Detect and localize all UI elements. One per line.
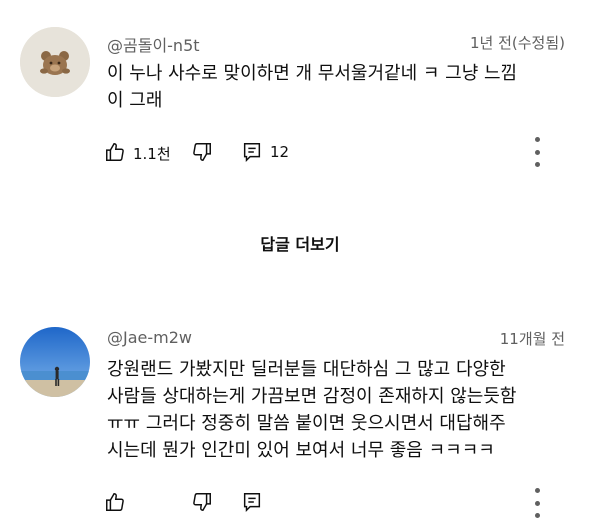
thumbs-down-icon xyxy=(193,143,211,161)
comment-username[interactable]: @Jae-m2w xyxy=(107,328,192,347)
comment-timestamp: 11개월 전 xyxy=(499,330,565,348)
reply-count: 12 xyxy=(270,143,290,161)
more-replies-button[interactable]: 답글 더보기 xyxy=(0,231,600,255)
reply-button[interactable] xyxy=(240,140,264,164)
comment-icon xyxy=(243,143,261,163)
reply-button[interactable] xyxy=(240,490,264,514)
thumbs-up-icon xyxy=(106,143,124,161)
like-button[interactable] xyxy=(103,490,127,514)
more-vert-icon xyxy=(534,137,540,142)
more-vert-icon xyxy=(534,488,540,493)
comment-username[interactable]: @곰돌이-n5t xyxy=(107,32,200,56)
comment-icon xyxy=(243,493,261,513)
thumbs-up-icon xyxy=(106,493,124,511)
beach-avatar-icon xyxy=(20,327,90,397)
comment-menu-button[interactable] xyxy=(527,488,547,518)
comment-text: 강원랜드 가봤지만 딜러분들 대단하심 그 많고 다양한 사람들 상대하는게 가… xyxy=(107,359,517,461)
dislike-button[interactable] xyxy=(190,140,214,164)
avatar-2[interactable] xyxy=(20,327,90,397)
like-button[interactable] xyxy=(103,140,127,164)
thumbs-down-icon xyxy=(193,493,211,511)
bear-avatar-icon xyxy=(20,27,90,97)
dislike-button[interactable] xyxy=(190,490,214,514)
comment-menu-button[interactable] xyxy=(527,137,547,167)
comment-text: 이 누나 사수로 맞이하면 개 무서울거같네 ㅋ 그냥 느낌 이 그래 xyxy=(107,63,518,111)
comment-timestamp: 1년 전(수정됨) xyxy=(469,34,565,52)
avatar-1[interactable] xyxy=(20,27,90,97)
like-count: 1.1천 xyxy=(133,145,171,163)
